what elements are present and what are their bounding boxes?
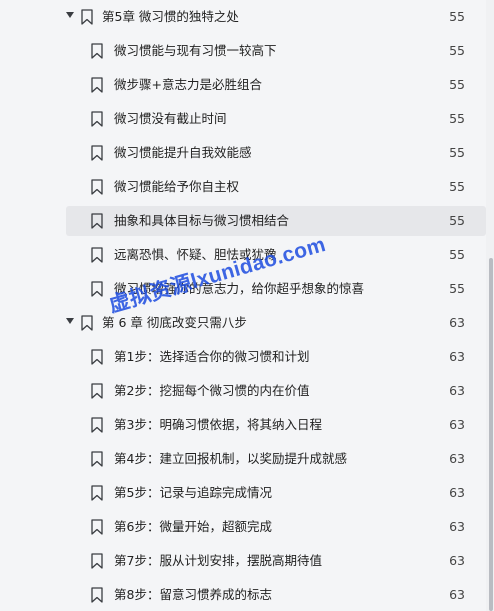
page-number: 63 [449,417,465,432]
toc-item[interactable]: 微步骤+意志力是必胜组合 55 [66,70,486,100]
toc-item[interactable]: 第6步：微量开始，超额完成 63 [66,512,486,542]
page-number: 55 [449,9,465,24]
toc-item-label: 第6步：微量开始，超额完成 [114,519,272,534]
toc-item-label: 第1步：选择适合你的微习惯和计划 [114,349,310,364]
page-number: 55 [449,111,465,126]
bookmark-icon[interactable] [91,417,103,433]
page-number: 55 [449,43,465,58]
toc-item-label: 第7步：服从计划安排，摆脱高期待值 [114,553,322,568]
toc-item[interactable]: 抽象和具体目标与微习惯相结合 55 [66,206,486,236]
toc-item-label: 微习惯增强你的意志力，给你超乎想象的惊喜 [114,281,365,296]
chevron-down-icon[interactable] [66,12,74,18]
page-number: 63 [449,519,465,534]
toc-item-label: 第4步：建立回报机制，以奖励提升成就感 [114,451,347,466]
toc-item-label: 第8步：留意习惯养成的标志 [114,587,272,602]
page-number: 55 [449,281,465,296]
toc-item[interactable]: 第3步：明确习惯依据，将其纳入日程 63 [66,410,486,440]
bookmark-icon[interactable] [91,519,103,535]
scrollbar[interactable] [486,0,494,611]
toc-chapter[interactable]: 第5章 微习惯的独特之处 55 [60,2,486,32]
toc-item-label: 微习惯没有截止时间 [114,111,227,126]
page-number: 63 [449,315,465,330]
toc-item-label: 第 6 章 彻底改变只需八步 [102,315,247,330]
bookmark-icon[interactable] [91,485,103,501]
bookmark-icon[interactable] [91,111,103,127]
page-number: 55 [449,77,465,92]
bookmark-icon[interactable] [91,383,103,399]
bookmark-icon[interactable] [91,213,103,229]
page-number: 55 [449,179,465,194]
bookmark-icon[interactable] [81,315,93,331]
toc-item[interactable]: 第8步：留意习惯养成的标志 63 [66,580,486,610]
toc-item[interactable]: 微习惯增强你的意志力，给你超乎想象的惊喜 55 [66,274,486,304]
page-number: 63 [449,485,465,500]
toc-chapter[interactable]: 第 6 章 彻底改变只需八步 63 [60,308,486,338]
bookmark-icon[interactable] [91,553,103,569]
bookmark-icon[interactable] [91,43,103,59]
toc-item[interactable]: 微习惯能给予你自主权 55 [66,172,486,202]
toc-item-label: 第3步：明确习惯依据，将其纳入日程 [114,417,322,432]
toc-item[interactable]: 第2步：挖掘每个微习惯的内在价值 63 [66,376,486,406]
bookmark-icon[interactable] [91,587,103,603]
toc-item-label: 远离恐惧、怀疑、胆怯或犹豫 [114,247,277,262]
toc-item[interactable]: 第5步：记录与追踪完成情况 63 [66,478,486,508]
page-number: 63 [449,383,465,398]
chevron-down-icon[interactable] [66,318,74,324]
bookmark-icon[interactable] [91,77,103,93]
table-of-contents: 第5章 微习惯的独特之处 55 微习惯能与现有习惯一较高下 55 微步骤+意志力是必胜组… [0,0,486,611]
toc-item-label: 第5章 微习惯的独特之处 [102,9,239,24]
toc-item[interactable]: 第4步：建立回报机制，以奖励提升成就感 63 [66,444,486,474]
toc-item-label: 微习惯能与现有习惯一较高下 [114,43,277,58]
toc-item-label: 微习惯能提升自我效能感 [114,145,252,160]
page-number: 63 [449,587,465,602]
toc-item-label: 第5步：记录与追踪完成情况 [114,485,272,500]
page-number: 55 [449,145,465,160]
toc-item[interactable]: 第7步：服从计划安排，摆脱高期待值 63 [66,546,486,576]
toc-item[interactable]: 远离恐惧、怀疑、胆怯或犹豫 55 [66,240,486,270]
bookmark-icon[interactable] [91,145,103,161]
toc-item[interactable]: 第1步：选择适合你的微习惯和计划 63 [66,342,486,372]
toc-item-label: 第2步：挖掘每个微习惯的内在价值 [114,383,310,398]
toc-item[interactable]: 微习惯没有截止时间 55 [66,104,486,134]
toc-item[interactable]: 微习惯能与现有习惯一较高下 55 [66,36,486,66]
page-number: 63 [449,451,465,466]
bookmark-icon[interactable] [91,179,103,195]
toc-item-label: 抽象和具体目标与微习惯相结合 [114,213,290,228]
bookmark-icon[interactable] [91,281,103,297]
page-number: 63 [449,553,465,568]
page-number: 55 [449,247,465,262]
toc-item-label: 微习惯能给予你自主权 [114,179,240,194]
bookmark-icon[interactable] [91,349,103,365]
scroll-thumb[interactable] [489,258,493,611]
toc-item-label: 微步骤+意志力是必胜组合 [114,77,262,92]
page-number: 63 [449,349,465,364]
toc-item[interactable]: 微习惯能提升自我效能感 55 [66,138,486,168]
page-number: 55 [449,213,465,228]
bookmark-icon[interactable] [91,247,103,263]
bookmark-icon[interactable] [81,9,93,25]
bookmark-icon[interactable] [91,451,103,467]
